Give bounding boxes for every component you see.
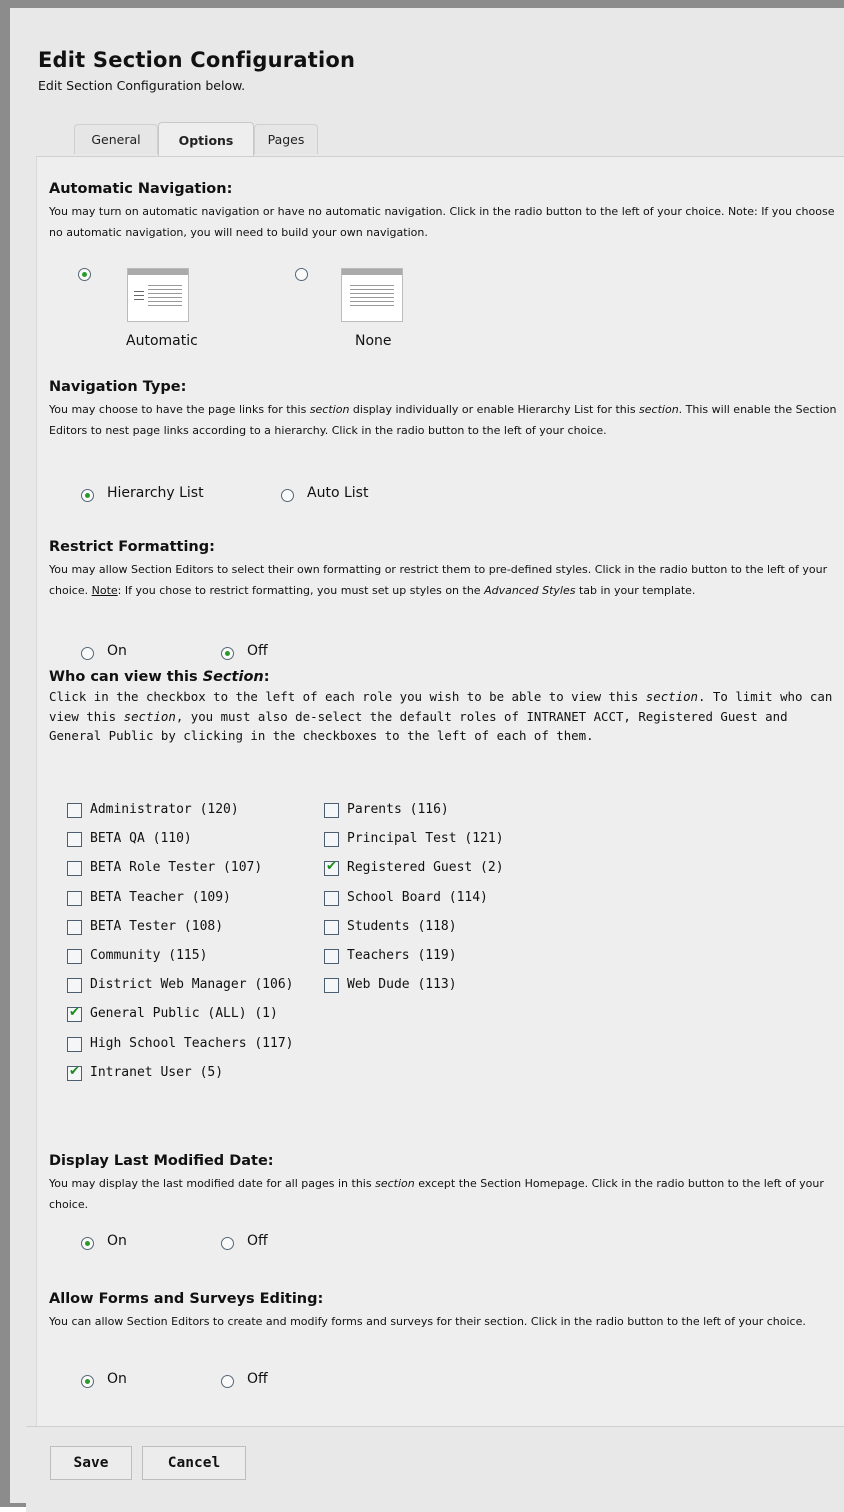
restrict-formatting-section: Restrict Formatting: You may allow Secti… — [49, 539, 844, 669]
role-checkbox[interactable] — [67, 803, 82, 818]
last-modified-section: Display Last Modified Date: You may disp… — [49, 1153, 844, 1273]
last-modified-title: Display Last Modified Date: — [49, 1153, 274, 1169]
role-checkbox[interactable] — [67, 890, 82, 906]
role-label: BETA Role Tester (107) — [90, 860, 263, 876]
restrict-on-label: On — [107, 643, 127, 659]
role-label: Web Dude (113) — [347, 977, 457, 993]
cancel-button[interactable]: Cancel — [142, 1446, 246, 1480]
restrict-formatting-desc: You may allow Section Editors to select … — [49, 563, 828, 597]
role-label: BETA QA (110) — [90, 831, 192, 847]
auto-list-label: Auto List — [307, 485, 369, 501]
restrict-on-radio[interactable] — [81, 647, 94, 660]
auto-nav-automatic-radio[interactable] — [78, 268, 91, 281]
role-checkbox[interactable] — [67, 832, 82, 848]
nav-type-section: Navigation Type: You may choose to have … — [49, 379, 844, 509]
forms-off-label: Off — [247, 1371, 268, 1387]
auto-nav-desc: You may turn on automatic navigation or … — [49, 205, 835, 239]
role-label: Intranet User (5) — [90, 1064, 224, 1080]
role-checkbox[interactable]: ✔ — [324, 859, 339, 877]
last-modified-on-label: On — [107, 1233, 127, 1249]
role-checkbox[interactable] — [67, 949, 82, 964]
role-checkbox[interactable] — [67, 861, 82, 877]
nav-type-desc: You may choose to have the page links fo… — [49, 403, 837, 437]
none-layout-thumbnail — [341, 268, 403, 322]
header-area: Edit Section Configuration Edit Section … — [10, 8, 844, 158]
role-checkbox[interactable] — [324, 803, 339, 818]
tab-options[interactable]: Options — [158, 122, 254, 156]
role-checkbox[interactable]: ✔ — [67, 1005, 82, 1023]
role-label: General Public (ALL) (1) — [90, 1006, 278, 1022]
role-label: School Board (114) — [347, 889, 488, 905]
forms-on-radio[interactable] — [81, 1375, 94, 1388]
page-subtitle: Edit Section Configuration below. — [38, 78, 246, 93]
forms-desc: You can allow Section Editors to create … — [49, 1315, 806, 1328]
role-label: Principal Test (121) — [347, 831, 504, 847]
automatic-layout-thumbnail — [127, 268, 189, 322]
role-checkbox[interactable] — [67, 1036, 82, 1052]
role-checkbox[interactable] — [324, 890, 339, 906]
role-checkbox[interactable] — [324, 832, 339, 848]
window-frame: Edit Section Configuration Edit Section … — [0, 0, 844, 1512]
auto-nav-none-radio[interactable] — [295, 268, 308, 281]
role-label: Administrator (120) — [90, 802, 239, 817]
tab-pages[interactable]: Pages — [254, 124, 318, 154]
role-label: Parents (116) — [347, 802, 449, 817]
last-modified-off-label: Off — [247, 1233, 268, 1249]
options-panel: Automatic Navigation: You may turn on au… — [36, 156, 844, 1427]
auto-list-radio[interactable] — [281, 489, 294, 502]
who-can-view-section: Who can view this Section: Click in the … — [49, 669, 844, 1129]
checkmark-icon: ✔ — [69, 1005, 80, 1021]
who-can-view-title: Who can view this Section: — [49, 669, 270, 685]
checkmark-icon: ✔ — [69, 1063, 80, 1079]
forms-section: Allow Forms and Surveys Editing: You can… — [49, 1291, 844, 1411]
role-label: Teachers (119) — [347, 948, 457, 963]
restrict-off-radio[interactable] — [221, 647, 234, 660]
last-modified-desc: You may display the last modified date f… — [49, 1177, 824, 1211]
role-label: BETA Tester (108) — [90, 918, 224, 934]
tab-general[interactable]: General — [74, 124, 158, 154]
hierarchy-list-radio[interactable] — [81, 489, 94, 502]
role-checkbox[interactable] — [67, 919, 82, 935]
role-checkbox[interactable] — [324, 978, 339, 994]
auto-nav-title: Automatic Navigation: — [49, 181, 233, 197]
role-checkbox[interactable]: ✔ — [67, 1063, 82, 1081]
role-label: High School Teachers (117) — [90, 1035, 294, 1051]
auto-nav-section: Automatic Navigation: You may turn on au… — [49, 157, 844, 357]
page-title: Edit Section Configuration — [38, 48, 356, 72]
checkmark-icon: ✔ — [326, 859, 337, 875]
restrict-off-label: Off — [247, 643, 268, 659]
role-checkbox[interactable] — [324, 919, 339, 935]
forms-off-radio[interactable] — [221, 1375, 234, 1388]
role-label: District Web Manager (106) — [90, 977, 294, 993]
forms-title: Allow Forms and Surveys Editing: — [49, 1291, 324, 1307]
role-label: Registered Guest (2) — [347, 860, 504, 876]
role-label: Students (118) — [347, 918, 457, 934]
role-label: BETA Teacher (109) — [90, 889, 231, 905]
automatic-label: Automatic — [126, 333, 198, 349]
role-label: Community (115) — [90, 948, 208, 963]
role-checkbox[interactable] — [324, 949, 339, 964]
who-can-view-desc: Click in the checkbox to the left of eac… — [49, 689, 833, 744]
nav-type-title: Navigation Type: — [49, 379, 187, 395]
last-modified-off-radio[interactable] — [221, 1237, 234, 1250]
none-label: None — [355, 333, 392, 349]
last-modified-on-radio[interactable] — [81, 1237, 94, 1250]
forms-on-label: On — [107, 1371, 127, 1387]
role-checkbox[interactable] — [67, 978, 82, 994]
hierarchy-list-label: Hierarchy List — [107, 485, 204, 501]
save-button[interactable]: Save — [50, 1446, 132, 1480]
restrict-formatting-title: Restrict Formatting: — [49, 539, 215, 555]
